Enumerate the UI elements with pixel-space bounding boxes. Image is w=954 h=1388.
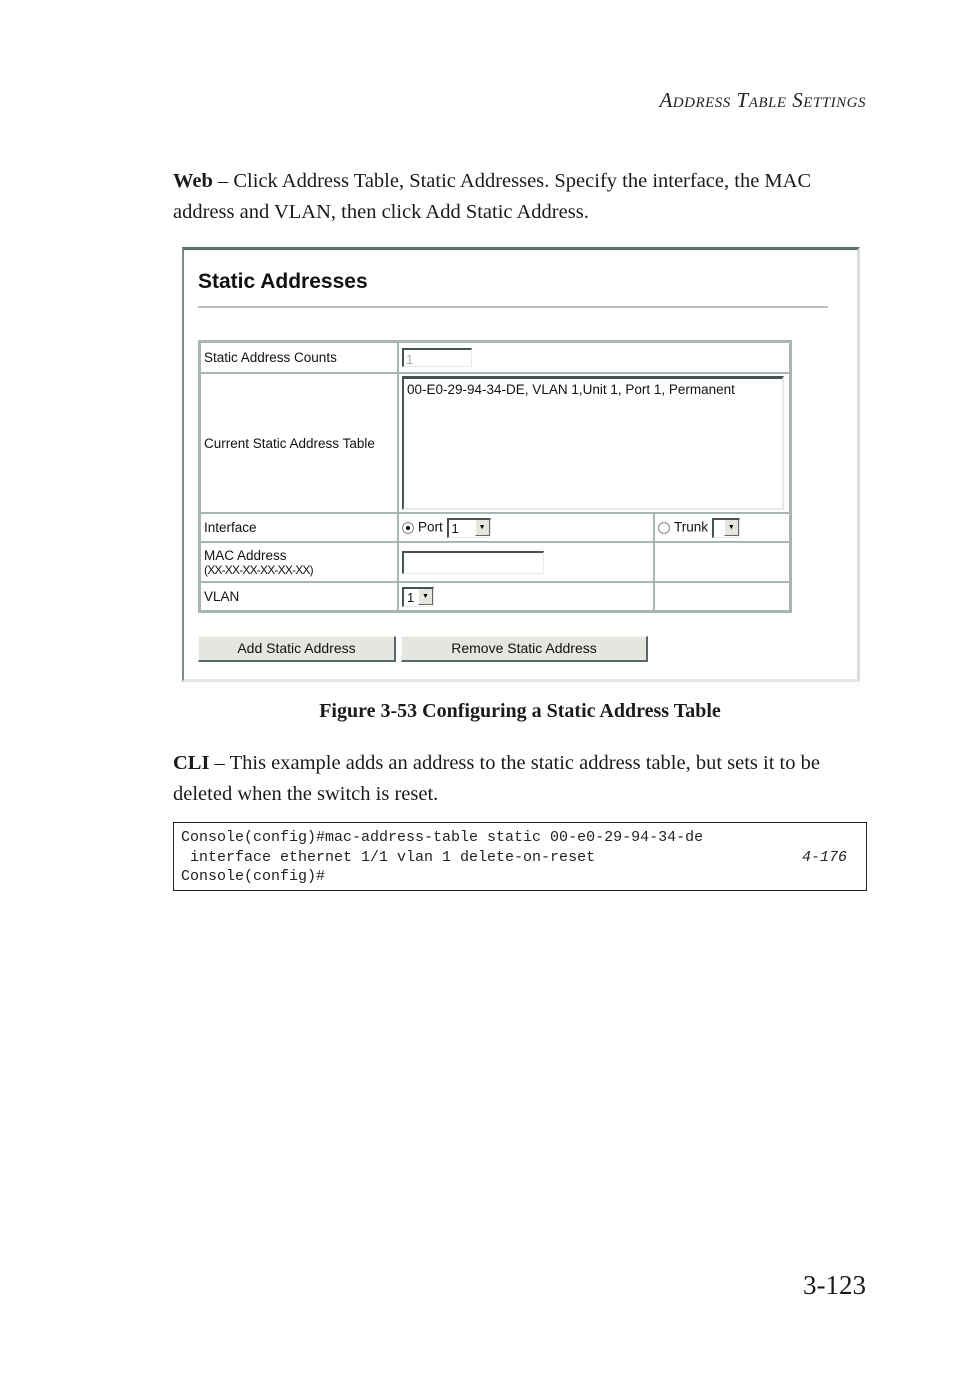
code-line: interface ethernet 1/1 vlan 1 delete-on-… [181, 848, 859, 868]
mac-address-label-text: MAC Address [204, 547, 287, 563]
static-address-counts-field: 1 [402, 348, 472, 367]
port-select-value: 1 [451, 520, 459, 536]
code-line: Console(config)#mac-address-table static… [181, 829, 704, 846]
port-select[interactable]: 1 ▼ [446, 517, 491, 538]
row-mac-address: MAC Address (XX-XX-XX-XX-XX-XX) [200, 542, 790, 582]
cli-code-block: Console(config)#mac-address-table static… [173, 822, 867, 891]
vlan-label: VLAN [200, 582, 398, 611]
cli-lead: CLI [173, 752, 210, 774]
figure-caption: Figure 3-53 Configuring a Static Address… [319, 700, 721, 722]
row-interface: Interface Port 1 ▼ Trunk ▼ [200, 513, 790, 542]
trunk-radio-label: Trunk [674, 519, 709, 535]
command-reference: 4-176 [801, 848, 847, 866]
row-static-address-counts: Static Address Counts 1 [200, 342, 790, 373]
static-address-form: Static Address Counts 1 Current Static A… [198, 340, 792, 613]
current-static-address-table-label: Current Static Address Table [200, 373, 398, 513]
empty-cell [654, 542, 790, 582]
current-static-address-listbox[interactable]: 00-E0-29-94-34-DE, VLAN 1,Unit 1, Port 1… [402, 376, 784, 510]
code-line: Console(config)# [181, 868, 326, 885]
web-text: – Click Address Table, Static Addresses.… [173, 170, 812, 223]
port-radio[interactable] [402, 521, 414, 534]
cli-instructions: CLI – This example adds an address to th… [173, 748, 867, 810]
vlan-select-value: 1 [407, 589, 415, 605]
screen-title: Static Addresses [198, 270, 368, 293]
mac-address-format-hint: (XX-XX-XX-XX-XX-XX) [204, 562, 314, 577]
interface-label: Interface [200, 513, 398, 542]
static-address-counts-label: Static Address Counts [200, 342, 398, 373]
row-current-static-address-table: Current Static Address Table 00-E0-29-94… [200, 373, 790, 513]
cli-text: – This example adds an address to the st… [173, 752, 820, 805]
vlan-select[interactable]: 1 ▼ [402, 586, 434, 607]
add-static-address-button[interactable]: Add Static Address [198, 636, 396, 662]
running-head: Address Table Settings [659, 88, 866, 112]
mac-address-input[interactable] [402, 550, 544, 574]
remove-static-address-button[interactable]: Remove Static Address [401, 636, 648, 662]
page-number: 3-123 [803, 1270, 866, 1300]
title-divider [198, 306, 828, 308]
web-instructions: Web – Click Address Table, Static Addres… [173, 166, 867, 228]
port-radio-label: Port [418, 519, 443, 535]
mac-address-label: MAC Address (XX-XX-XX-XX-XX-XX) [200, 542, 398, 582]
address-list-item[interactable]: 00-E0-29-94-34-DE, VLAN 1,Unit 1, Port 1… [407, 382, 779, 397]
trunk-radio[interactable] [658, 521, 670, 534]
chevron-down-icon[interactable]: ▼ [723, 520, 739, 536]
chevron-down-icon[interactable]: ▼ [418, 589, 433, 605]
web-lead: Web [173, 170, 213, 192]
chevron-down-icon[interactable]: ▼ [474, 520, 490, 536]
row-vlan: VLAN 1 ▼ [200, 582, 790, 611]
code-line-text: interface ethernet 1/1 vlan 1 delete-on-… [181, 848, 596, 866]
trunk-select[interactable]: ▼ [711, 517, 740, 538]
empty-cell [654, 582, 790, 611]
static-addresses-screenshot: Static Addresses Static Address Counts 1… [182, 247, 860, 682]
